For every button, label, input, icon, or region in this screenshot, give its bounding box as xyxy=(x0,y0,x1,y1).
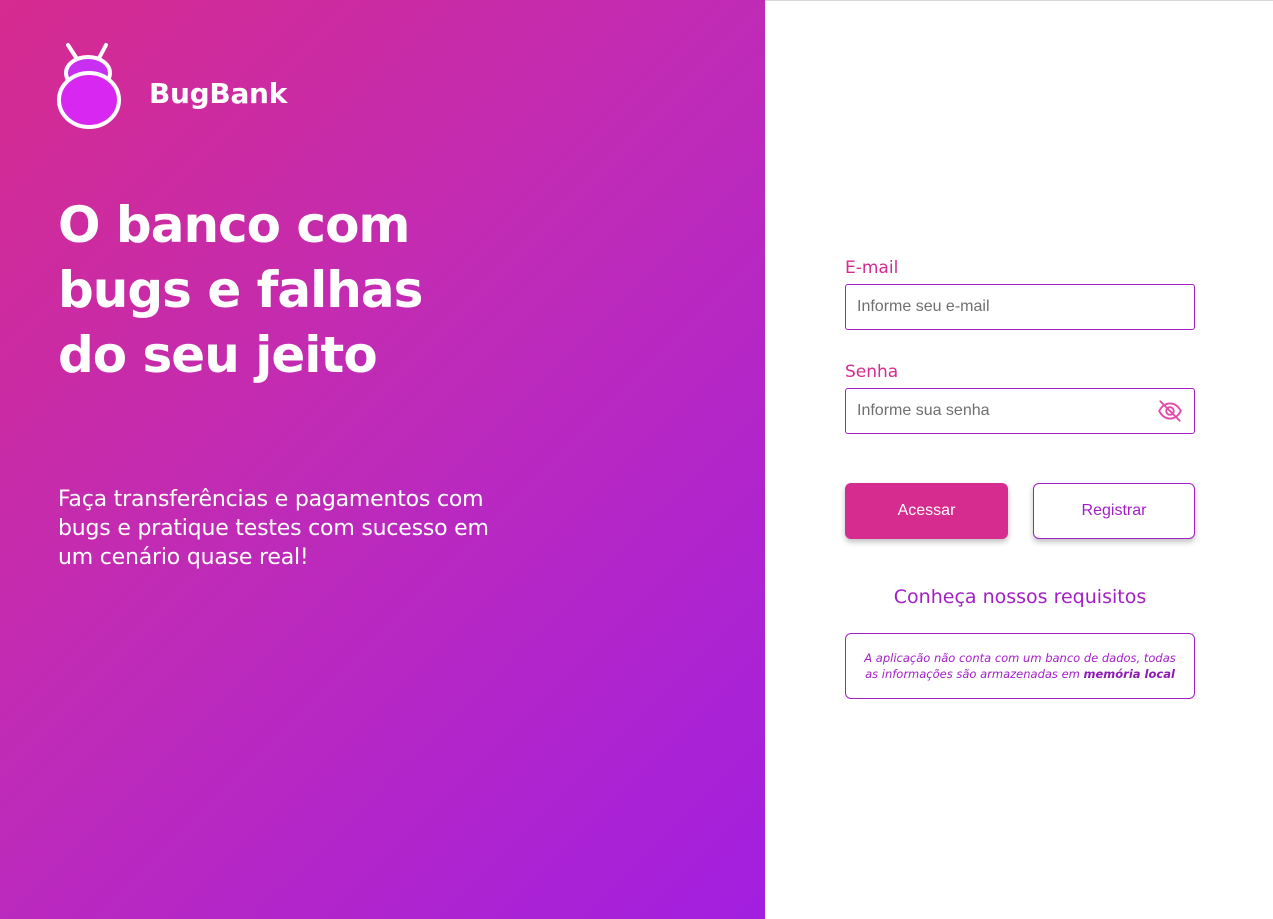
brand-name: BugBank xyxy=(149,77,288,110)
notice-emphasis: memória local xyxy=(1083,667,1175,681)
hero-panel: BugBank O banco com bugs e falhas do seu… xyxy=(0,0,765,919)
password-label: Senha xyxy=(845,362,899,382)
email-field-wrapper xyxy=(845,284,1195,330)
requirements-link[interactable]: Conheça nossos requisitos xyxy=(845,586,1195,608)
eye-off-icon[interactable] xyxy=(1157,398,1183,424)
register-button[interactable]: Registrar xyxy=(1033,483,1195,539)
password-field[interactable] xyxy=(857,389,1151,433)
password-field-wrapper xyxy=(845,388,1195,434)
headline-line: O banco com xyxy=(58,196,411,254)
hero-headline: O banco com bugs e falhas do seu jeito xyxy=(58,193,478,388)
email-field[interactable] xyxy=(857,285,1183,329)
hero-subtext: Faça transferências e pagamentos com bug… xyxy=(58,487,489,570)
top-divider xyxy=(765,0,1273,1)
headline-line: do seu jeito xyxy=(58,326,378,384)
bug-logo-icon xyxy=(57,43,121,129)
headline-line: bugs e falhas xyxy=(58,261,423,319)
email-label: E-mail xyxy=(845,258,899,278)
notice-text: A aplicação não conta com um banco de da… xyxy=(862,650,1178,682)
local-storage-notice: A aplicação não conta com um banco de da… xyxy=(845,633,1195,699)
login-button[interactable]: Acessar xyxy=(845,483,1008,539)
